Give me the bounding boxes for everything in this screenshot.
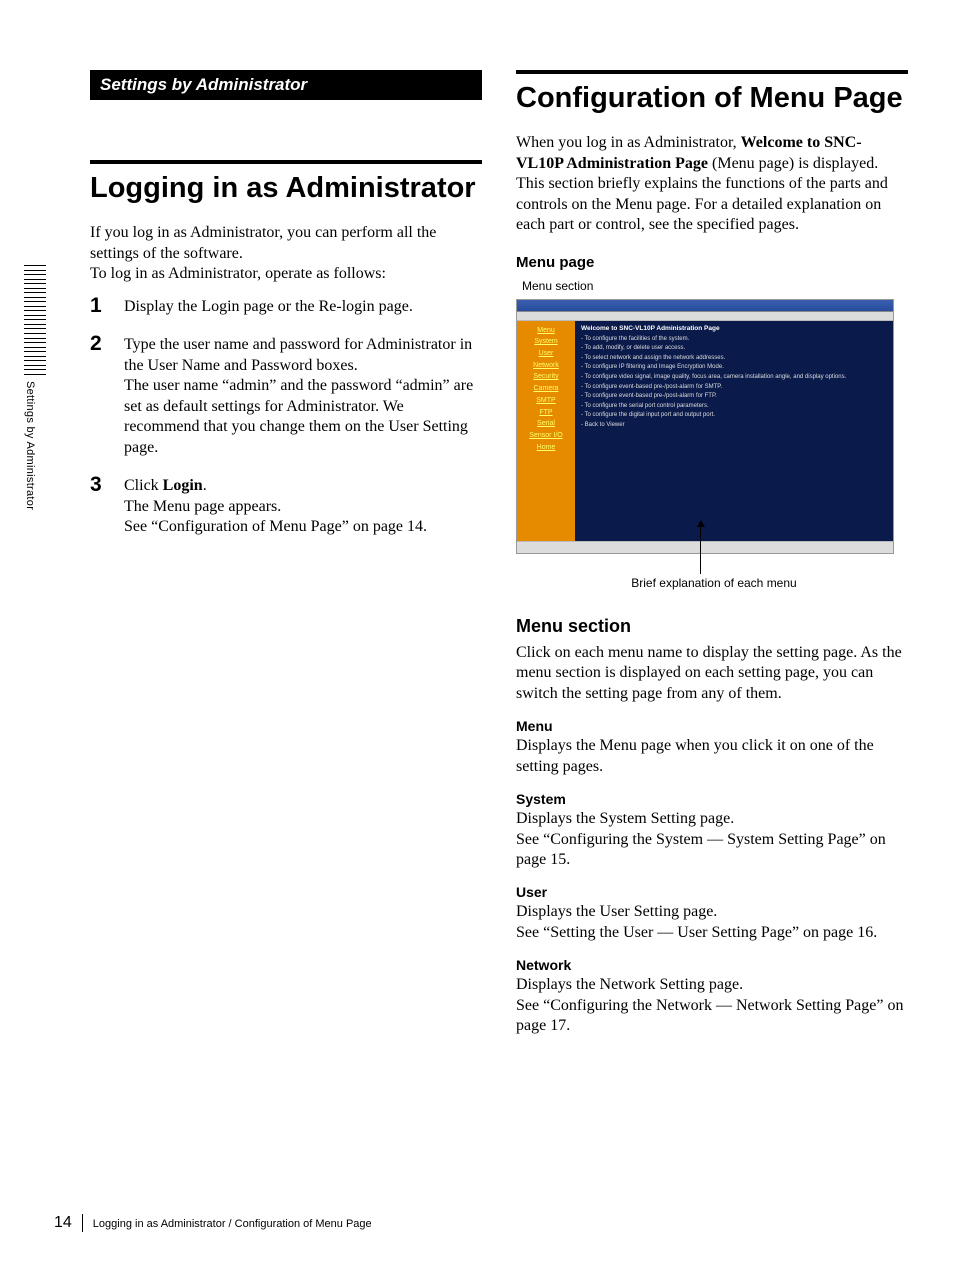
desc-line: - To configure video signal, image quali… xyxy=(581,373,887,383)
window-titlebar xyxy=(517,300,893,312)
text: See “Configuring the System — System Set… xyxy=(516,831,886,868)
text: When you log in as Administrator, xyxy=(516,134,741,151)
side-section-label: Settings by Administrator xyxy=(24,381,36,510)
text: See “Configuring the Network — Network S… xyxy=(516,997,903,1034)
desc-line: - To configure the serial port control p… xyxy=(581,402,887,412)
step-3: Click Login. The Menu page appears. See … xyxy=(90,476,482,537)
desc-line: - To add, modify, or delete user access. xyxy=(581,344,887,354)
side-stripes-icon xyxy=(24,265,46,375)
paragraph: Displays the Network Setting page. See “… xyxy=(516,975,908,1036)
menu-link-home[interactable]: Home xyxy=(517,442,575,454)
step-1: Display the Login page or the Re-login p… xyxy=(90,297,482,317)
menu-link-system[interactable]: System xyxy=(517,336,575,348)
paragraph: Click on each menu name to display the s… xyxy=(516,643,908,704)
text: See “Configuration of Menu Page” on page… xyxy=(124,518,427,535)
menu-link-camera[interactable]: Camera xyxy=(517,383,575,395)
menu-link-ftp[interactable]: FTP xyxy=(517,407,575,419)
page-number: 14 xyxy=(54,1214,72,1232)
desc-line: - To configure IP filtering and Image En… xyxy=(581,363,887,373)
menu-link-user[interactable]: User xyxy=(517,348,575,360)
item-head-system: System xyxy=(516,791,908,807)
desc-line: - To configure event-based pre-/post-ala… xyxy=(581,392,887,402)
paragraph: Displays the System Setting page. See “C… xyxy=(516,809,908,870)
description-column: Welcome to SNC-VL10P Administration Page… xyxy=(575,321,893,541)
intro-paragraph: If you log in as Administrator, you can … xyxy=(90,223,482,284)
menu-link-security[interactable]: Security xyxy=(517,371,575,383)
menu-link-smtp[interactable]: SMTP xyxy=(517,395,575,407)
rule xyxy=(90,160,482,164)
heading-configuration: Configuration of Menu Page xyxy=(516,82,908,115)
subhead-menu-section: Menu section xyxy=(516,616,908,637)
text: Displays the System Setting page. xyxy=(516,810,734,827)
menu-link-serial[interactable]: Serial xyxy=(517,418,575,430)
menu-column: Menu System User Network Security Camera… xyxy=(517,321,575,541)
item-head-network: Network xyxy=(516,957,908,973)
text: Displays the User Setting page. xyxy=(516,903,717,920)
text: . xyxy=(203,477,207,494)
caption-brief-explanation: Brief explanation of each menu xyxy=(614,576,814,590)
desc-line: - To configure event-based pre-/post-ala… xyxy=(581,383,887,393)
caption-menu-section: Menu section xyxy=(522,279,908,293)
footer-divider xyxy=(82,1214,83,1232)
text: Type the user name and password for Admi… xyxy=(124,336,472,373)
arrow-line-icon xyxy=(700,524,701,574)
menu-link-network[interactable]: Network xyxy=(517,360,575,372)
right-column: Configuration of Menu Page When you log … xyxy=(516,70,908,1049)
heading-logging-in: Logging in as Administrator xyxy=(90,172,482,205)
paragraph: When you log in as Administrator, Welcom… xyxy=(516,133,908,235)
text: This section briefly explains the functi… xyxy=(516,175,888,233)
desc-line: - Back to Viewer xyxy=(581,421,887,431)
text: The Menu page appears. xyxy=(124,498,281,515)
left-column: Settings by Administrator Logging in as … xyxy=(90,70,482,555)
text: The user name “admin” and the password “… xyxy=(124,377,473,455)
admin-page-header: Welcome to SNC-VL10P Administration Page xyxy=(581,325,887,332)
desc-line: - To configure the digital input port an… xyxy=(581,411,887,421)
window-statusbar xyxy=(517,541,893,553)
desc-line: - To configure the facilities of the sys… xyxy=(581,335,887,345)
steps-list: Display the Login page or the Re-login p… xyxy=(90,297,482,538)
side-tab: Settings by Administrator xyxy=(24,265,46,545)
text: See “Setting the User — User Setting Pag… xyxy=(516,924,877,941)
desc-line: - To select network and assign the netwo… xyxy=(581,354,887,364)
rule xyxy=(516,70,908,74)
footer-title: Logging in as Administrator / Configurat… xyxy=(93,1218,372,1230)
page-footer: 14 Logging in as Administrator / Configu… xyxy=(54,1214,372,1232)
text: (Menu page) is displayed. xyxy=(708,155,878,172)
text: If you log in as Administrator, you can … xyxy=(90,224,436,261)
subhead-menu-page: Menu page xyxy=(516,254,908,271)
menu-page-screenshot: Menu System User Network Security Camera… xyxy=(516,299,894,554)
text: Click xyxy=(124,477,163,494)
text-bold: Login xyxy=(163,477,203,494)
paragraph: Displays the Menu page when you click it… xyxy=(516,736,908,777)
screenshot-container: Menu section Menu System User Network Se… xyxy=(516,279,908,592)
text: Display the Login page or the Re-login p… xyxy=(124,298,413,315)
menu-link-menu[interactable]: Menu xyxy=(517,325,575,337)
paragraph: Displays the User Setting page. See “Set… xyxy=(516,902,908,943)
item-head-menu: Menu xyxy=(516,718,908,734)
callout-arrow: Brief explanation of each menu xyxy=(516,554,908,592)
step-2: Type the user name and password for Admi… xyxy=(90,335,482,458)
window-menubar xyxy=(517,312,893,321)
menu-link-sensor-io[interactable]: Sensor I/O xyxy=(517,430,575,442)
text: To log in as Administrator, operate as f… xyxy=(90,265,386,282)
text: Displays the Network Setting page. xyxy=(516,976,743,993)
section-banner: Settings by Administrator xyxy=(90,70,482,100)
item-head-user: User xyxy=(516,884,908,900)
